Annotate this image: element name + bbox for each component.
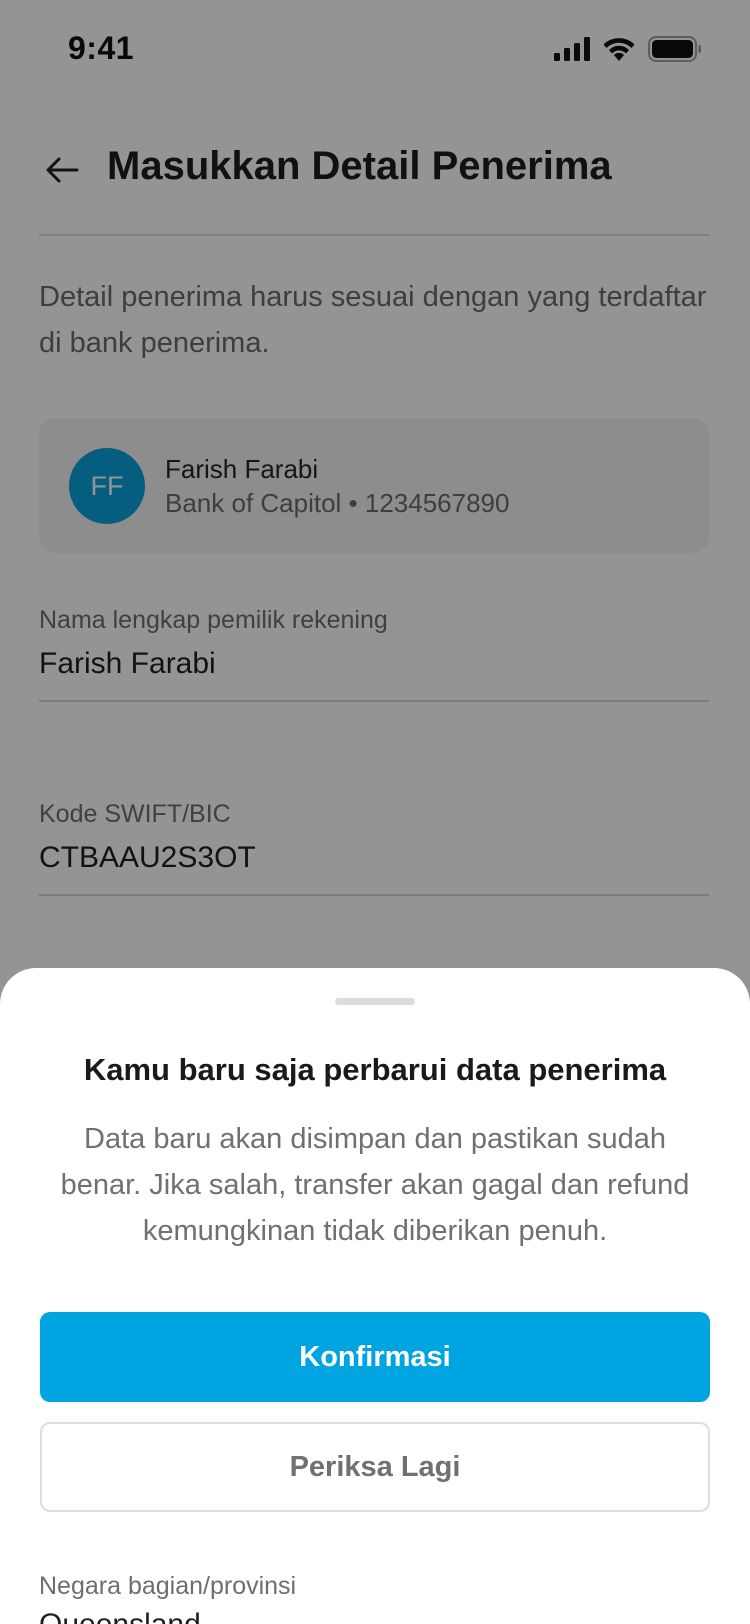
sheet-title: Kamu baru saja perbarui data penerima [83, 1052, 667, 1087]
sheet-description: Data baru akan disimpan dan pastikan sud… [60, 1123, 690, 1247]
recheck-button[interactable]: Periksa Lagi [40, 1422, 710, 1512]
confirm-button[interactable]: Konfirmasi [40, 1312, 710, 1402]
state-province-label: Negara bagian/provinsi [39, 1572, 297, 1600]
sheet-drag-handle[interactable] [335, 998, 415, 1005]
state-province-value[interactable]: Queensland [39, 1608, 201, 1624]
confirmation-bottom-sheet: Kamu baru saja perbarui data penerima Da… [0, 968, 750, 1624]
